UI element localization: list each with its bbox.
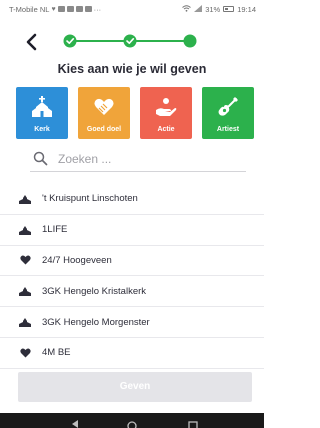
list-item[interactable]: 3GK Hengelo Kristalkerk (0, 276, 264, 308)
list-item[interactable]: 24/7 Hoogeveen (0, 246, 264, 277)
heart-hands-icon (94, 98, 114, 115)
category-kerk-tile[interactable]: Kerk (16, 87, 68, 139)
list-item[interactable]: 1LIFE (0, 215, 264, 246)
category-label: Goed doel (86, 126, 122, 133)
step-2-done (123, 34, 137, 48)
battery-icon (223, 6, 235, 12)
nav-back-icon[interactable] (72, 420, 78, 428)
nav-recents-icon[interactable] (188, 421, 198, 428)
clock: 19:14 (237, 4, 256, 14)
status-left: T-Mobile NL ♥ ··· (9, 5, 101, 14)
notification-heart-icon: ♥ (51, 5, 56, 13)
back-button[interactable] (22, 30, 42, 54)
recipient-name: 't Kruispunt Linschoten (42, 193, 138, 205)
give-button[interactable]: Geven (18, 372, 252, 402)
category-tiles: Kerk Goed doel Actie Artiest (16, 87, 254, 139)
list-item[interactable]: 4M BE (0, 338, 264, 369)
search-field[interactable] (30, 146, 246, 172)
notification-mail-icon (75, 6, 83, 12)
list-item[interactable]: 3GK Hengelo Morgenster (0, 307, 264, 338)
recipient-name: 1LIFE (42, 224, 68, 236)
heart-icon (18, 255, 32, 265)
nav-home-icon[interactable] (127, 421, 137, 428)
church-icon (18, 317, 32, 328)
page-title: Kies aan wie je wil geven (57, 62, 207, 76)
recipient-name: 3GK Hengelo Kristalkerk (42, 285, 147, 297)
church-icon (18, 194, 32, 204)
search-input[interactable] (58, 149, 238, 169)
heart-icon (18, 348, 32, 358)
category-label: Actie (157, 126, 175, 133)
search-icon (33, 151, 48, 166)
category-label: Artiest (216, 126, 240, 133)
android-nav-bar (0, 413, 264, 428)
status-right: 31% 19:14 (182, 4, 256, 14)
category-label: Kerk (34, 126, 50, 133)
church-icon (18, 286, 32, 297)
category-goed-doel-tile[interactable]: Goed doel (78, 87, 130, 139)
status-bar: T-Mobile NL ♥ ··· 31% 19:14 (0, 0, 264, 18)
list-item[interactable]: 't Kruispunt Linschoten (0, 184, 264, 215)
carrier-name: T-Mobile NL (9, 4, 50, 14)
recipient-list: 't Kruispunt Linschoten 1LIFE 24/7 Hooge… (0, 184, 264, 369)
category-actie-tile[interactable]: Actie (140, 87, 192, 139)
step-1-done (63, 34, 77, 48)
recipient-name: 3GK Hengelo Morgenster (42, 316, 150, 328)
notification-whatsapp-icon (66, 6, 74, 12)
battery-percent: 31% (205, 4, 221, 14)
church-icon (32, 96, 52, 117)
church-icon (18, 225, 32, 235)
notification-instagram-icon (84, 6, 92, 12)
hand-icon (156, 98, 177, 116)
progress-stepper (63, 34, 197, 48)
step-3-current (183, 34, 197, 48)
notification-chat-icon (57, 6, 65, 12)
recipient-name: 4M BE (42, 347, 71, 359)
guitar-icon (218, 97, 238, 116)
category-artiest-tile[interactable]: Artiest (202, 87, 254, 139)
recipient-name: 24/7 Hoogeveen (42, 254, 112, 266)
chevron-left-icon (26, 33, 37, 51)
notification-more-icon: ··· (93, 4, 102, 14)
wifi-icon (182, 4, 192, 14)
signal-icon (194, 4, 203, 14)
